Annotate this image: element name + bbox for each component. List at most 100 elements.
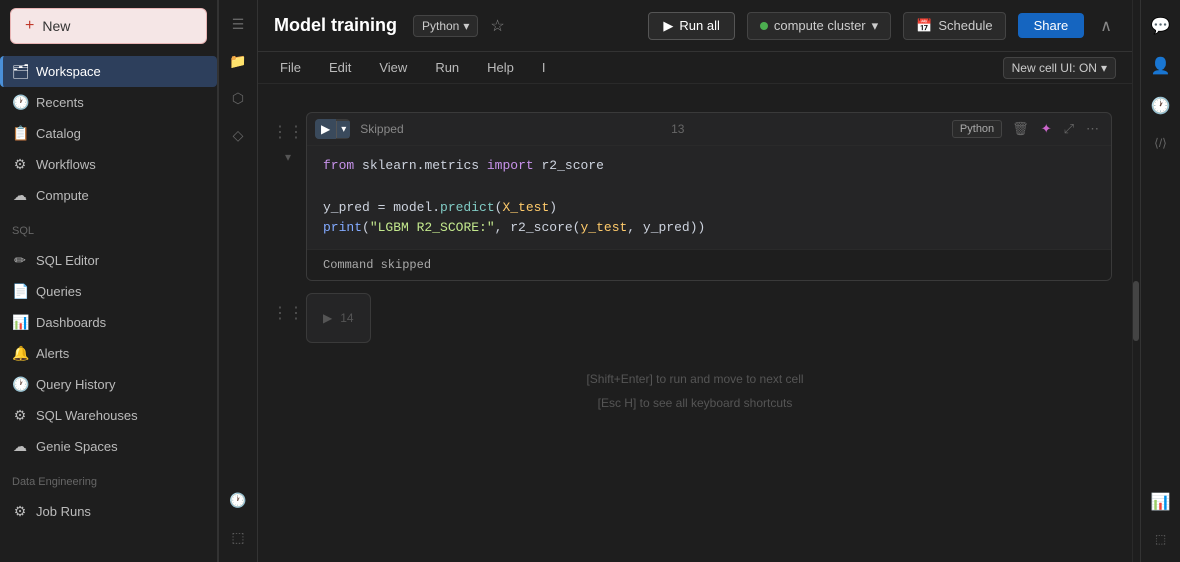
new-cell-ui-toggle[interactable]: New cell UI: ON ▾ (1003, 57, 1116, 79)
schedule-label: Schedule (938, 18, 992, 33)
collapse-button[interactable]: ∧ (1096, 12, 1116, 40)
run-all-label: Run all (679, 18, 719, 33)
code-line-1: from sklearn.metrics import r2_score (323, 156, 1095, 177)
sidebar-item-catalog[interactable]: 📋 Catalog (0, 118, 217, 149)
sidebar-item-workflows[interactable]: ⚙ Workflows (0, 149, 217, 180)
folder-icon[interactable]: 📁 (221, 45, 254, 78)
alerts-icon: 🔔 (12, 345, 28, 362)
sidebar-item-catalog-label: Catalog (36, 126, 81, 141)
dashboards-icon: 📊 (12, 314, 28, 331)
sidebar-item-dashboards-label: Dashboards (36, 315, 106, 330)
collapse-arrow-13[interactable]: ▾ (285, 150, 291, 164)
menu-file[interactable]: File (274, 56, 307, 79)
chart-icon[interactable]: 📊 (1143, 484, 1179, 520)
scrollbar-thumb[interactable] (1133, 281, 1139, 341)
job-runs-icon: ⚙ (12, 503, 28, 520)
sidebar-item-sql-warehouses-label: SQL Warehouses (36, 408, 138, 423)
cell-13-language[interactable]: Python (952, 120, 1002, 138)
cell-14[interactable]: ▶ 14 (306, 293, 371, 343)
scrollbar-track (1132, 0, 1140, 562)
bottom-icon[interactable]: ⬚ (223, 521, 252, 554)
star-button[interactable]: ☆ (490, 16, 504, 36)
more-cell-13[interactable]: ⋯ (1082, 119, 1103, 139)
sidebar-item-sql-editor[interactable]: ✏ SQL Editor (0, 245, 217, 276)
comments-icon[interactable]: 💬 (1143, 8, 1179, 44)
sidebar-item-recents[interactable]: 🕐 Recents (0, 87, 217, 118)
new-button-label: New (42, 18, 70, 34)
code-p1: ( (362, 220, 370, 235)
sidebar-item-genie-spaces[interactable]: ☁ Genie Spaces (0, 431, 217, 462)
hint-2: [Esc H] to see all keyboard shortcuts (298, 391, 1092, 415)
sidebar: + New 🗂 Workspace 🕐 Recents 📋 Catalog ⚙ … (0, 0, 218, 562)
new-button[interactable]: + New (10, 8, 207, 44)
sidebar-item-workspace[interactable]: 🗂 Workspace (0, 56, 217, 87)
code-p3: , y_pred)) (627, 220, 705, 235)
catalog-icon: 📋 (12, 125, 28, 142)
expand-cell-13[interactable]: ⤢ (1060, 119, 1078, 139)
history-icon-rail[interactable]: 🕐 (221, 484, 254, 517)
sidebar-item-alerts-label: Alerts (36, 346, 69, 361)
drag-handle-13[interactable]: ⋮⋮ (272, 122, 304, 142)
delete-cell-13[interactable]: 🗑 (1008, 119, 1033, 139)
sql-nav: ✏ SQL Editor 📄 Queries 📊 Dashboards 🔔 Al… (0, 241, 217, 466)
sidebar-item-job-runs-label: Job Runs (36, 504, 91, 519)
workflows-icon: ⚙ (12, 156, 28, 173)
language-chevron: ▾ (463, 19, 469, 33)
notebook-icon[interactable]: ☰ (224, 8, 253, 41)
sql-warehouses-icon: ⚙ (12, 407, 28, 424)
sidebar-item-queries[interactable]: 📄 Queries (0, 276, 217, 307)
menu-edit[interactable]: Edit (323, 56, 357, 79)
menu-view[interactable]: View (373, 56, 413, 79)
history-icon[interactable]: 🕐 (1143, 88, 1179, 124)
main-nav: 🗂 Workspace 🕐 Recents 📋 Catalog ⚙ Workfl… (0, 52, 217, 215)
user-icon[interactable]: 👤 (1143, 48, 1179, 84)
code-r2score: r2_score (541, 158, 603, 173)
cell-gutter-13: ⋮⋮ ▾ (278, 112, 298, 164)
cell-13: ▶ ▾ Skipped 13 Python 🗑 ✦ ⤢ ⋯ from (306, 112, 1112, 281)
schedule-button[interactable]: 📅 Schedule (903, 12, 1005, 40)
schema-icon[interactable]: ⬡ (224, 82, 252, 115)
new-cell-ui-chevron: ▾ (1101, 61, 1107, 75)
cell-13-output: Command skipped (307, 249, 1111, 280)
right-sidebar: 💬 👤 🕐 ⟨/⟩ 📊 ⬚ (1140, 0, 1180, 562)
diamond-icon[interactable]: ◇ (225, 119, 252, 152)
run-button-13[interactable]: ▶ (315, 119, 336, 139)
compute-cluster-button[interactable]: compute cluster ▾ (747, 12, 891, 40)
run-dropdown-13[interactable]: ▾ (336, 121, 350, 138)
ai-btn-13[interactable]: ✦ (1037, 119, 1056, 139)
code-sklearn: sklearn.metrics (362, 158, 487, 173)
sidebar-item-compute[interactable]: ☁ Compute (0, 180, 217, 211)
sidebar-item-compute-label: Compute (36, 188, 89, 203)
sidebar-item-alerts[interactable]: 🔔 Alerts (0, 338, 217, 369)
menu-run[interactable]: Run (429, 56, 465, 79)
sql-section-label: SQL (0, 215, 217, 241)
sidebar-item-query-history[interactable]: 🕐 Query History (0, 369, 217, 400)
sidebar-item-workflows-label: Workflows (36, 157, 96, 172)
sidebar-item-sql-warehouses[interactable]: ⚙ SQL Warehouses (0, 400, 217, 431)
code-xtest-param: X_test (502, 200, 549, 215)
compute-icon: ☁ (12, 187, 28, 204)
cell-14-number: 14 (340, 311, 353, 325)
sidebar-item-sql-editor-label: SQL Editor (36, 253, 99, 268)
bottom-panel-icon[interactable]: ⬚ (1147, 524, 1174, 554)
code-predict: predict (440, 200, 495, 215)
menu-i[interactable]: I (536, 56, 552, 79)
code-line-2 (323, 177, 1095, 198)
sidebar-item-query-history-label: Query History (36, 377, 115, 392)
run-btn-group-13: ▶ ▾ (315, 119, 350, 139)
keyword-import: import (487, 158, 534, 173)
share-button[interactable]: Share (1018, 13, 1085, 38)
drag-handle-14[interactable]: ⋮⋮ (272, 303, 304, 323)
sidebar-item-dashboards[interactable]: 📊 Dashboards (0, 307, 217, 338)
sidebar-item-workspace-label: Workspace (36, 64, 101, 79)
recents-icon: 🕐 (12, 94, 28, 111)
run-button-14[interactable]: ▶ (323, 311, 332, 325)
menu-help[interactable]: Help (481, 56, 520, 79)
sidebar-item-job-runs[interactable]: ⚙ Job Runs (0, 496, 217, 527)
run-all-button[interactable]: ▶ Run all (648, 12, 734, 40)
code-icon[interactable]: ⟨/⟩ (1146, 128, 1175, 158)
compute-cluster-label: compute cluster (774, 18, 866, 33)
cell-13-body[interactable]: from sklearn.metrics import r2_score y_p… (307, 146, 1111, 249)
topbar: Model training Python ▾ ☆ ▶ Run all comp… (258, 0, 1132, 52)
language-selector[interactable]: Python ▾ (413, 15, 478, 37)
